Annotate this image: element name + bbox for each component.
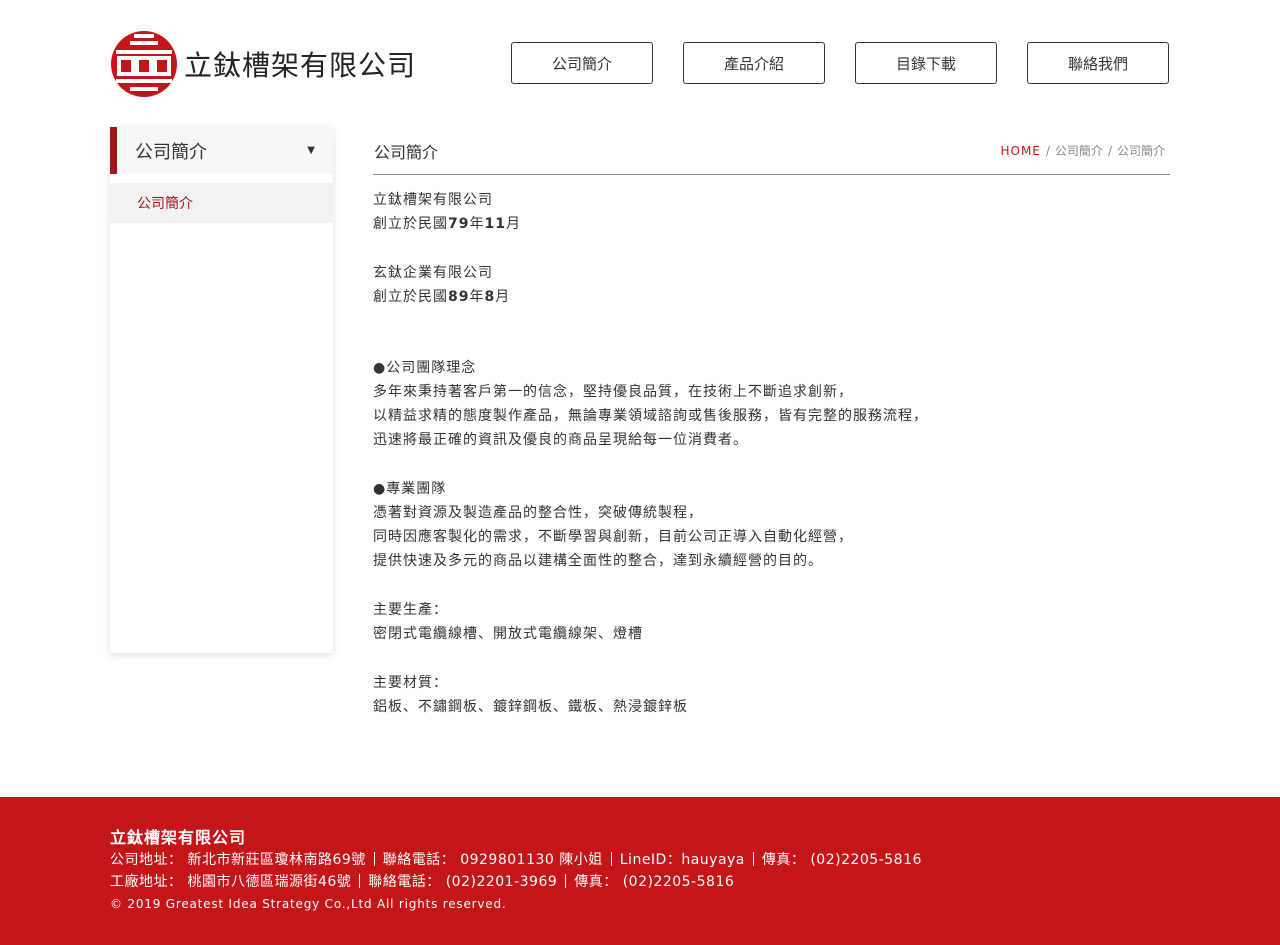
footer-office-line: 公司地址： 新北市新莊區瓊林南路69號 聯絡電話： 0929801130 陳小姐 L… [110, 849, 922, 871]
company-1-founded: 創立於民國79年11月 [373, 216, 521, 232]
footer-factory-line: 工廠地址： 桃園市八德區瑞源街46號 聯絡電話： (02)2201-3969 傳真：… [110, 871, 922, 893]
footer-company: 立鈦槽架有限公司 [110, 828, 247, 847]
breadcrumb-item[interactable]: 公司簡介 [1055, 144, 1103, 158]
sidebar-header[interactable]: 公司簡介 ▼ [110, 127, 333, 174]
company-name: 立鈦槽架有限公司 [184, 49, 417, 82]
team-line: 憑著對資源及製造產品的整合性，突破傳統製程， [373, 505, 703, 521]
divider [610, 852, 612, 866]
office-address: 公司地址： 新北市新莊區瓊林南路69號 [110, 852, 366, 868]
nav-catalog-download[interactable]: 目錄下載 [855, 42, 997, 84]
breadcrumb-home[interactable]: HOME [1000, 144, 1040, 158]
factory-phone[interactable]: 聯絡電話： (02)2201-3969 [368, 874, 557, 890]
materials-text: 鋁板、不鏽鋼板、鍍鋅鋼板、鐵板、熱浸鍍鋅板 [373, 699, 688, 715]
team-line: 同時因應客製化的需求，不斷學習與創新，目前公司正導入自動化經營， [373, 529, 853, 545]
factory-address: 工廠地址： 桃園市八德區瑞源街46號 [110, 874, 352, 890]
company-1-name: 立鈦槽架有限公司 [373, 192, 493, 208]
team-title: ●專業團隊 [373, 481, 447, 497]
breadcrumb-separator: / [1045, 144, 1050, 158]
sidebar: 公司簡介 ▼ 公司簡介 [110, 127, 333, 653]
divider [359, 874, 361, 888]
divider [752, 852, 754, 866]
office-fax: 傳真： (02)2205-5816 [761, 852, 922, 868]
philosophy-line: 以精益求精的態度製作產品，無論專業領域諮詢或售後服務，皆有完整的服務流程， [373, 408, 928, 424]
products-title: 主要生產： [373, 602, 448, 618]
article-body: 立鈦槽架有限公司 創立於民國79年11月 玄鈦企業有限公司 創立於民國89年8月… [373, 188, 1170, 719]
nav-products[interactable]: 產品介紹 [683, 42, 825, 84]
philosophy-line: 迅速將最正確的資訊及優良的商品呈現給每一位消費者。 [373, 432, 748, 448]
company-2-name: 玄鈦企業有限公司 [373, 265, 493, 281]
office-phone[interactable]: 聯絡電話： 0929801130 陳小姐 [383, 852, 603, 868]
team-line: 提供快速及多元的商品以建構全面性的整合，達到永續經營的目的。 [373, 553, 823, 569]
factory-fax: 傳真： (02)2205-5816 [574, 874, 735, 890]
sidebar-item-about[interactable]: 公司簡介 [110, 183, 333, 223]
line-id: LineID：hauyaya [619, 852, 745, 868]
philosophy-line: 多年來秉持著客戶第一的信念，堅持優良品質，在技術上不斷追求創新， [373, 384, 853, 400]
breadcrumb-separator: / [1107, 144, 1112, 158]
breadcrumb: HOME / 公司簡介 / 公司簡介 [1000, 142, 1170, 159]
content-header: 公司簡介 HOME / 公司簡介 / 公司簡介 [373, 127, 1170, 175]
divider [373, 852, 375, 866]
page-title: 公司簡介 [374, 142, 439, 162]
philosophy-title: ●公司團隊理念 [373, 360, 477, 376]
company-2-founded: 創立於民國89年8月 [373, 289, 511, 305]
main-content: 公司簡介 HOME / 公司簡介 / 公司簡介 立鈦槽架有限公司 創立於民國79年11月… [373, 127, 1170, 719]
main-nav: 公司簡介 產品介紹 目錄下載 聯絡我們 [511, 42, 1169, 84]
sidebar-title: 公司簡介 [135, 141, 207, 163]
site-header: 立鈦槽架有限公司 公司簡介 產品介紹 目錄下載 聯絡我們 [0, 0, 1280, 110]
copyright: © 2019 Greatest Idea Strategy Co.,Ltd Al… [110, 897, 507, 911]
products-text: 密閉式電纜線槽、開放式電纜線架、燈槽 [373, 626, 643, 642]
breadcrumb-current: 公司簡介 [1116, 144, 1165, 158]
divider [565, 874, 567, 888]
materials-title: 主要材質： [373, 675, 448, 691]
site-footer: 立鈦槽架有限公司 公司地址： 新北市新莊區瓊林南路69號 聯絡電話： 092980… [0, 797, 1280, 945]
nav-about[interactable]: 公司簡介 [511, 42, 653, 84]
caret-down-icon: ▼ [307, 145, 315, 156]
nav-contact[interactable]: 聯絡我們 [1027, 42, 1169, 84]
logo[interactable]: 立鈦槽架有限公司 [110, 30, 416, 98]
logo-icon [111, 31, 177, 97]
